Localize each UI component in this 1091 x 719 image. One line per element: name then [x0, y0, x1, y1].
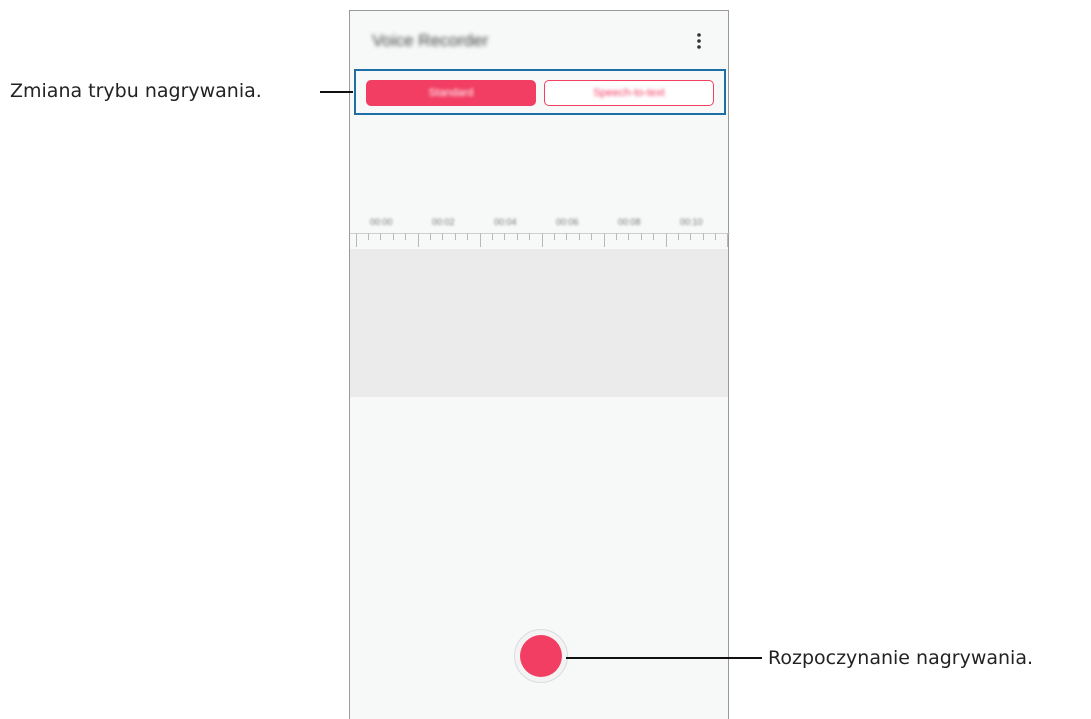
mode-standard-tab[interactable]: Standard [366, 80, 536, 106]
recording-mode-selector: Standard Speech-to-text [354, 69, 726, 115]
app-title: Voice Recorder [372, 31, 489, 50]
record-button[interactable] [514, 629, 568, 683]
callout-mode-change: Zmiana trybu nagrywania. [10, 80, 262, 102]
timeline-label: 00:06 [556, 217, 579, 227]
timeline-labels: 00:00 00:02 00:04 00:06 00:08 00:10 [350, 217, 730, 231]
callout-leader-line [566, 657, 762, 659]
waveform-area [350, 249, 728, 397]
timeline-ruler [350, 233, 730, 247]
mode-standard-label: Standard [428, 87, 474, 99]
record-icon [520, 635, 562, 677]
mode-speech-to-text-tab[interactable]: Speech-to-text [544, 80, 714, 106]
timeline-label: 00:08 [618, 217, 641, 227]
phone-screen: Voice Recorder Standard Speech-to-text 0… [349, 10, 730, 719]
callout-start-recording: Rozpoczynanie nagrywania. [768, 647, 1034, 669]
callout-leader-line [320, 91, 353, 93]
more-options-button[interactable] [690, 29, 708, 53]
mode-speech-to-text-label: Speech-to-text [593, 87, 665, 99]
timeline-label: 00:10 [680, 217, 703, 227]
timeline-label: 00:04 [494, 217, 517, 227]
more-vertical-icon [697, 33, 701, 49]
timeline-label: 00:00 [370, 217, 393, 227]
timeline-label: 00:02 [432, 217, 455, 227]
